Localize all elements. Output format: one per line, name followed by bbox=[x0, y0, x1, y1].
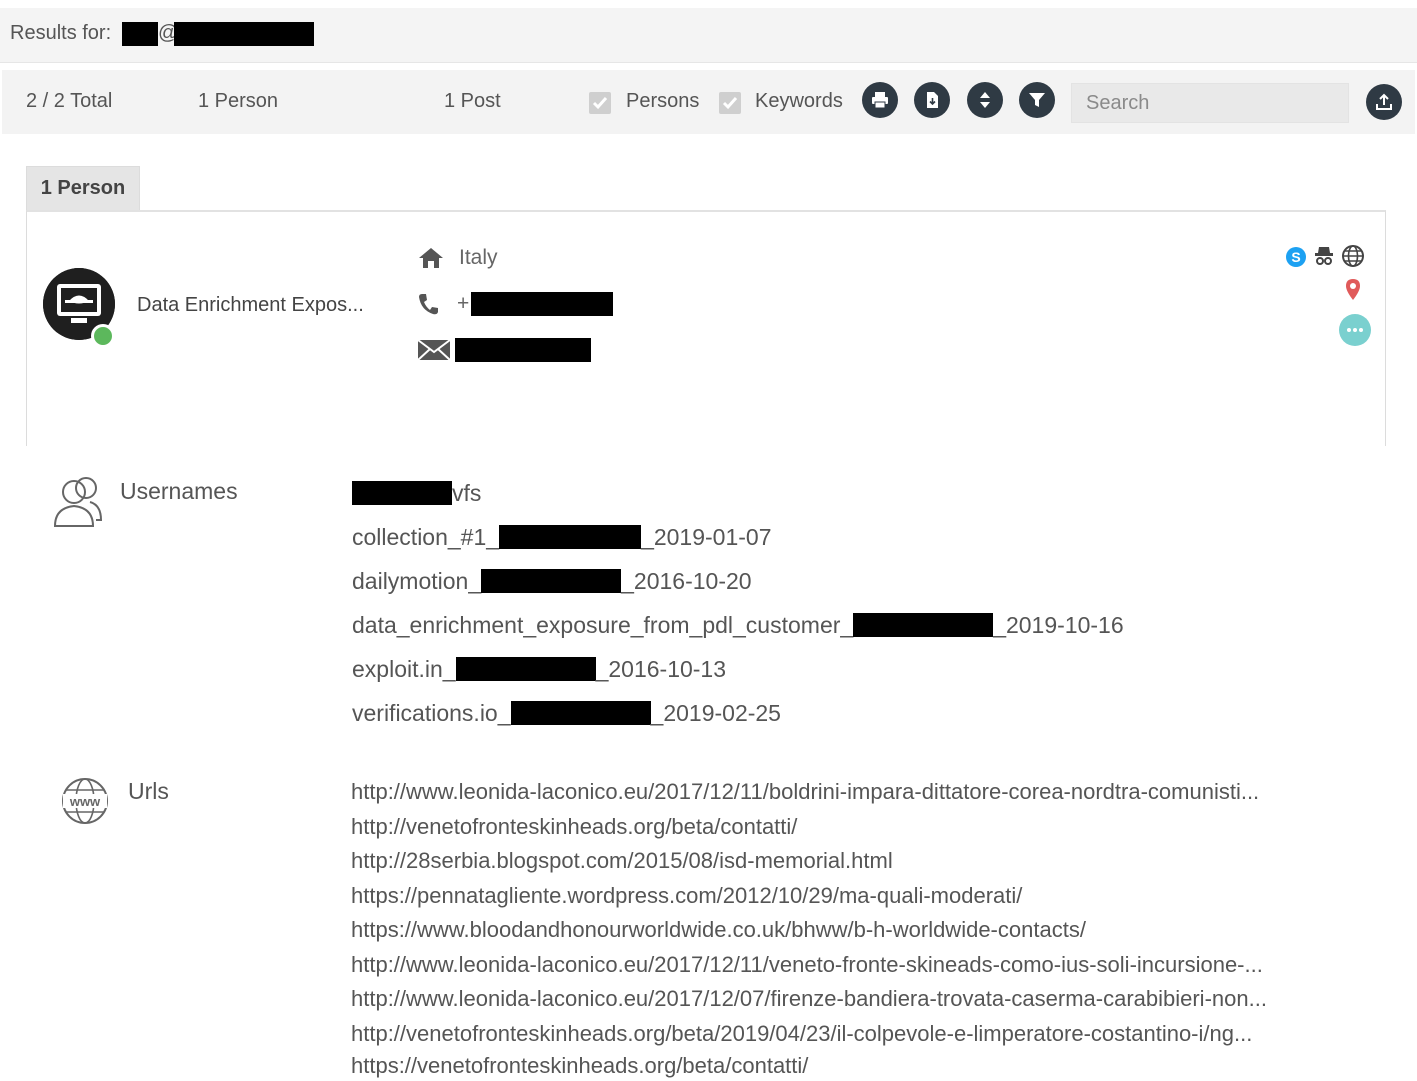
redacted-username bbox=[352, 481, 452, 505]
country-text: Italy bbox=[459, 246, 498, 269]
username-item: exploit.in_ _2016-10-13 bbox=[352, 654, 726, 684]
print-icon bbox=[872, 92, 888, 109]
phone-prefix: + bbox=[457, 292, 470, 315]
svg-text:S: S bbox=[1291, 249, 1300, 265]
keywords-filter-label: Keywords bbox=[755, 90, 843, 112]
username-prefix: collection_#1_ bbox=[352, 523, 500, 550]
checkmark-icon bbox=[592, 97, 608, 110]
username-suffix: _2016-10-20 bbox=[621, 567, 752, 594]
usernames-title: Usernames bbox=[120, 478, 238, 504]
redacted-username bbox=[499, 525, 642, 549]
home-icon bbox=[419, 248, 443, 268]
total-count: 2 / 2 Total bbox=[26, 90, 113, 112]
username-item: verifications.io_ _2019-02-25 bbox=[352, 698, 781, 728]
checkmark-icon bbox=[722, 97, 738, 110]
filter-icon bbox=[1029, 93, 1045, 107]
urls-title: Urls bbox=[128, 778, 169, 804]
person-card[interactable]: Data Enrichment Expos... Italy + S bbox=[26, 210, 1386, 446]
url-link[interactable]: https://pennatagliente.wordpress.com/201… bbox=[351, 881, 1381, 911]
username-suffix: vfs bbox=[452, 479, 482, 506]
print-button[interactable] bbox=[862, 82, 898, 118]
username-item: data_enrichment_exposure_from_pdl_custom… bbox=[352, 610, 1124, 640]
phone-icon bbox=[419, 294, 438, 315]
username-prefix: exploit.in_ bbox=[352, 655, 456, 682]
url-link[interactable]: http://www.leonida-laconico.eu/2017/12/1… bbox=[351, 950, 1381, 980]
username-prefix: data_enrichment_exposure_from_pdl_custom… bbox=[352, 611, 854, 638]
email-row bbox=[417, 338, 591, 362]
svg-text:www: www bbox=[69, 794, 101, 809]
url-link[interactable]: http://venetofronteskinheads.org/beta/20… bbox=[351, 1019, 1381, 1049]
online-status-dot bbox=[91, 324, 115, 348]
username-item: collection_#1_ _2019-01-07 bbox=[352, 522, 772, 552]
username-suffix: _2016-10-13 bbox=[595, 655, 727, 682]
upload-button[interactable] bbox=[1366, 84, 1402, 120]
results-toolbar: 2 / 2 Total 1 Person 1 Post Persons Keyw… bbox=[2, 70, 1415, 134]
url-link[interactable]: https://venetofronteskinheads.org/beta/c… bbox=[351, 1051, 1381, 1081]
posts-count-link[interactable]: 1 Post bbox=[444, 90, 501, 113]
users-icon bbox=[53, 477, 103, 527]
tab-persons[interactable]: 1 Person bbox=[26, 166, 140, 210]
username-prefix: dailymotion_ bbox=[352, 567, 482, 594]
redacted-email bbox=[455, 338, 591, 362]
phone-row: + bbox=[417, 292, 614, 316]
username-suffix: _2019-10-16 bbox=[993, 611, 1124, 638]
incognito-icon[interactable] bbox=[1314, 244, 1334, 266]
search-input[interactable] bbox=[1071, 83, 1349, 123]
export-file-icon bbox=[927, 92, 938, 108]
persons-checkbox[interactable] bbox=[589, 92, 611, 114]
persons-filter-label: Persons bbox=[626, 90, 700, 112]
ellipsis-icon bbox=[1347, 328, 1363, 332]
redacted-email-user bbox=[122, 22, 158, 46]
upload-icon bbox=[1376, 93, 1392, 110]
redacted-username bbox=[481, 569, 622, 593]
sort-icon bbox=[980, 92, 990, 108]
url-link[interactable]: http://venetofronteskinheads.org/beta/co… bbox=[351, 812, 1381, 842]
results-header: Results for: @ bbox=[0, 8, 1417, 63]
person-name[interactable]: Data Enrichment Expos... bbox=[137, 294, 364, 317]
redacted-username bbox=[455, 657, 596, 681]
username-item: vfs bbox=[352, 478, 481, 508]
redacted-phone bbox=[471, 292, 614, 316]
www-globe-icon: www bbox=[62, 778, 108, 824]
email-icon bbox=[417, 339, 451, 361]
redacted-email-domain bbox=[174, 22, 314, 46]
export-button[interactable] bbox=[914, 82, 950, 118]
url-link[interactable]: http://www.leonida-laconico.eu/2017/12/0… bbox=[351, 984, 1381, 1014]
url-link[interactable]: http://www.leonida-laconico.eu/2017/12/1… bbox=[351, 777, 1381, 807]
globe-icon[interactable] bbox=[1341, 244, 1365, 268]
sort-button[interactable] bbox=[967, 82, 1003, 118]
results-label: Results for: bbox=[10, 22, 112, 44]
persons-count-link[interactable]: 1 Person bbox=[198, 90, 278, 113]
redacted-username bbox=[510, 701, 651, 725]
skype-icon[interactable]: S bbox=[1285, 246, 1307, 268]
username-suffix: _2019-02-25 bbox=[650, 699, 781, 726]
filter-button[interactable] bbox=[1019, 82, 1055, 118]
username-prefix: verifications.io_ bbox=[352, 699, 511, 726]
location-pin-icon[interactable] bbox=[1345, 278, 1361, 302]
country-row: Italy bbox=[417, 246, 498, 270]
username-item: dailymotion_ _2016-10-20 bbox=[352, 566, 752, 596]
username-suffix: _2019-01-07 bbox=[641, 523, 772, 550]
redacted-username bbox=[853, 613, 994, 637]
url-link[interactable]: https://www.bloodandhonourworldwide.co.u… bbox=[351, 915, 1381, 945]
url-link[interactable]: http://28serbia.blogspot.com/2015/08/isd… bbox=[351, 846, 1381, 876]
keywords-checkbox[interactable] bbox=[719, 92, 741, 114]
more-options-button[interactable] bbox=[1339, 314, 1371, 346]
